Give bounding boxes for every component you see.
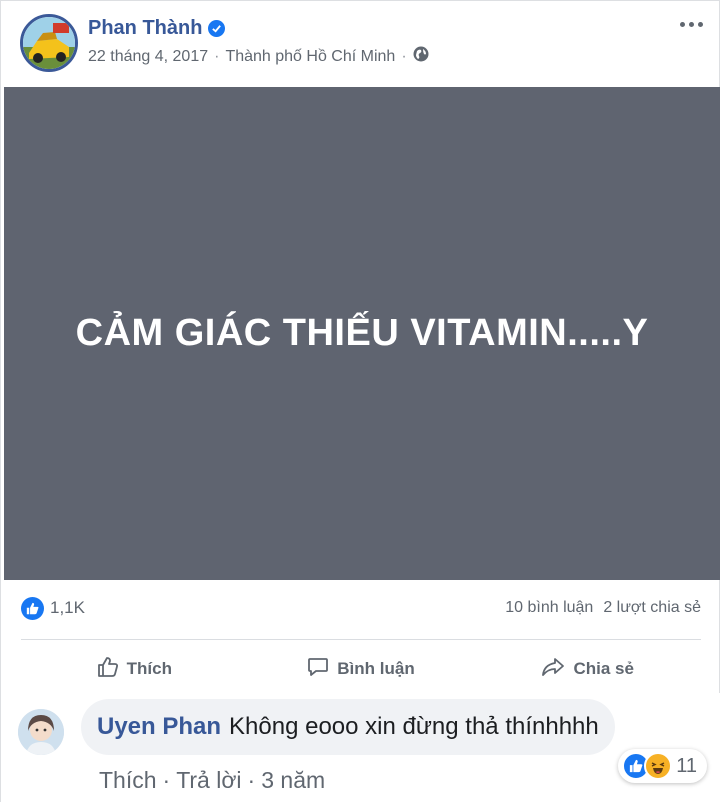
comment-reactions[interactable]: 11 bbox=[618, 749, 707, 783]
author-name-row: Phan Thành bbox=[88, 17, 226, 40]
meta-separator: · bbox=[162, 767, 171, 793]
author-name[interactable]: Phan Thành bbox=[88, 17, 202, 40]
comment-author[interactable]: Uyen Phan bbox=[97, 713, 221, 741]
like-reaction-icon bbox=[21, 596, 44, 620]
like-button[interactable]: Thích bbox=[21, 656, 248, 683]
reaction-summary[interactable]: 1,1K bbox=[21, 596, 85, 620]
commenter-avatar[interactable] bbox=[18, 709, 64, 755]
meta-separator: · bbox=[247, 767, 256, 793]
comment-reply-link[interactable]: Trả lời bbox=[176, 767, 241, 794]
comment-meta: Thích · Trả lời · 3 năm bbox=[99, 767, 325, 794]
comment-reaction-count: 11 bbox=[676, 754, 697, 777]
post-stats: 1,1K 10 bình luận 2 lượt chia sẻ bbox=[21, 593, 701, 623]
haha-reaction-icon bbox=[644, 752, 673, 780]
globe-icon bbox=[413, 46, 429, 67]
comment-count[interactable]: 10 bình luận bbox=[505, 599, 593, 617]
author-avatar[interactable] bbox=[20, 14, 78, 72]
comment-bubble-icon bbox=[307, 656, 329, 683]
more-options-icon[interactable] bbox=[677, 17, 705, 31]
comment-time[interactable]: 3 năm bbox=[261, 767, 325, 794]
divider bbox=[21, 639, 701, 640]
meta-separator: · bbox=[214, 47, 220, 65]
comment-like-link[interactable]: Thích bbox=[99, 767, 157, 794]
share-count[interactable]: 2 lượt chia sẻ bbox=[603, 599, 701, 617]
engagement-counts: 10 bình luận 2 lượt chia sẻ bbox=[505, 599, 701, 617]
comment-button[interactable]: Bình luận bbox=[248, 656, 475, 683]
reaction-count: 1,1K bbox=[50, 598, 85, 617]
comment-text: Không eooo xin đừng thả thínhhhh bbox=[229, 713, 599, 740]
post-card: Phan Thành 22 tháng 4, 2017 · Thành phố … bbox=[0, 0, 720, 802]
post-image[interactable]: CẢM GIÁC THIẾU VITAMIN.....Y bbox=[4, 87, 720, 580]
like-label: Thích bbox=[126, 659, 172, 678]
post-image-text: CẢM GIÁC THIẾU VITAMIN.....Y bbox=[75, 312, 649, 354]
post-location[interactable]: Thành phố Hồ Chí Minh bbox=[225, 48, 395, 66]
comment-bubble: Uyen Phan Không eooo xin đừng thả thínhh… bbox=[81, 699, 615, 755]
share-arrow-icon bbox=[541, 656, 565, 683]
share-label: Chia sẻ bbox=[573, 659, 634, 678]
post-actions: Thích Bình luận Chia sẻ bbox=[21, 649, 701, 689]
verified-badge-icon bbox=[208, 20, 226, 37]
post-meta: 22 tháng 4, 2017 · Thành phố Hồ Chí Minh… bbox=[88, 46, 429, 67]
post-date[interactable]: 22 tháng 4, 2017 bbox=[88, 48, 208, 66]
comment-section: Uyen Phan Không eooo xin đừng thả thínhh… bbox=[1, 693, 720, 802]
thumbs-up-icon bbox=[97, 656, 119, 683]
share-button[interactable]: Chia sẻ bbox=[474, 656, 701, 683]
meta-separator: · bbox=[401, 47, 407, 65]
comment-label: Bình luận bbox=[337, 659, 415, 678]
